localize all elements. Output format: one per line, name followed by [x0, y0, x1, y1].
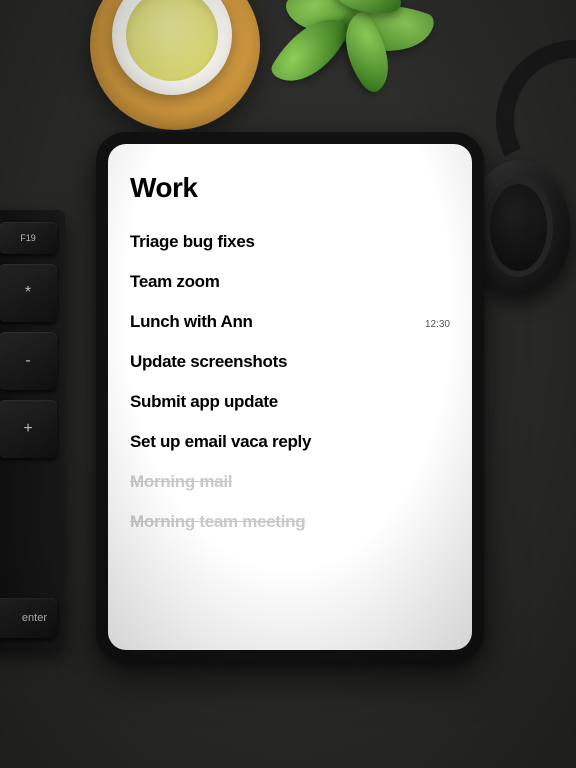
task-row[interactable]: Morning team meeting [130, 502, 450, 542]
task-row[interactable]: Update screenshots [130, 342, 450, 382]
task-row[interactable]: Morning mail [130, 462, 450, 502]
task-text: Update screenshots [130, 352, 287, 372]
task-row[interactable]: Triage bug fixes [130, 222, 450, 262]
list-title: Work [130, 172, 450, 204]
tablet-screen[interactable]: Work Triage bug fixes Team zoom Lunch wi… [108, 144, 472, 650]
key-minus[interactable]: - [0, 332, 57, 390]
task-text: Lunch with Ann [130, 312, 253, 332]
plant [250, 0, 430, 130]
task-text: Submit app update [130, 392, 278, 412]
task-time: 12:30 [425, 319, 450, 330]
key-f19[interactable]: F19 [0, 222, 57, 254]
key-asterisk[interactable]: * [0, 264, 57, 322]
task-row[interactable]: Set up email vaca reply [130, 422, 450, 462]
task-text: Morning team meeting [130, 512, 305, 532]
task-row[interactable]: Submit app update [130, 382, 450, 422]
task-row[interactable]: Lunch with Ann 12:30 [130, 302, 450, 342]
key-enter[interactable]: enter [0, 598, 57, 638]
key-plus[interactable]: + [0, 400, 57, 458]
task-text: Triage bug fixes [130, 232, 255, 252]
task-text: Morning mail [130, 472, 232, 492]
task-row[interactable]: Team zoom [130, 262, 450, 302]
task-text: Team zoom [130, 272, 220, 292]
task-text: Set up email vaca reply [130, 432, 311, 452]
tablet-device: Work Triage bug fixes Team zoom Lunch wi… [96, 132, 484, 662]
keyboard: F19 * - + enter [0, 210, 65, 650]
